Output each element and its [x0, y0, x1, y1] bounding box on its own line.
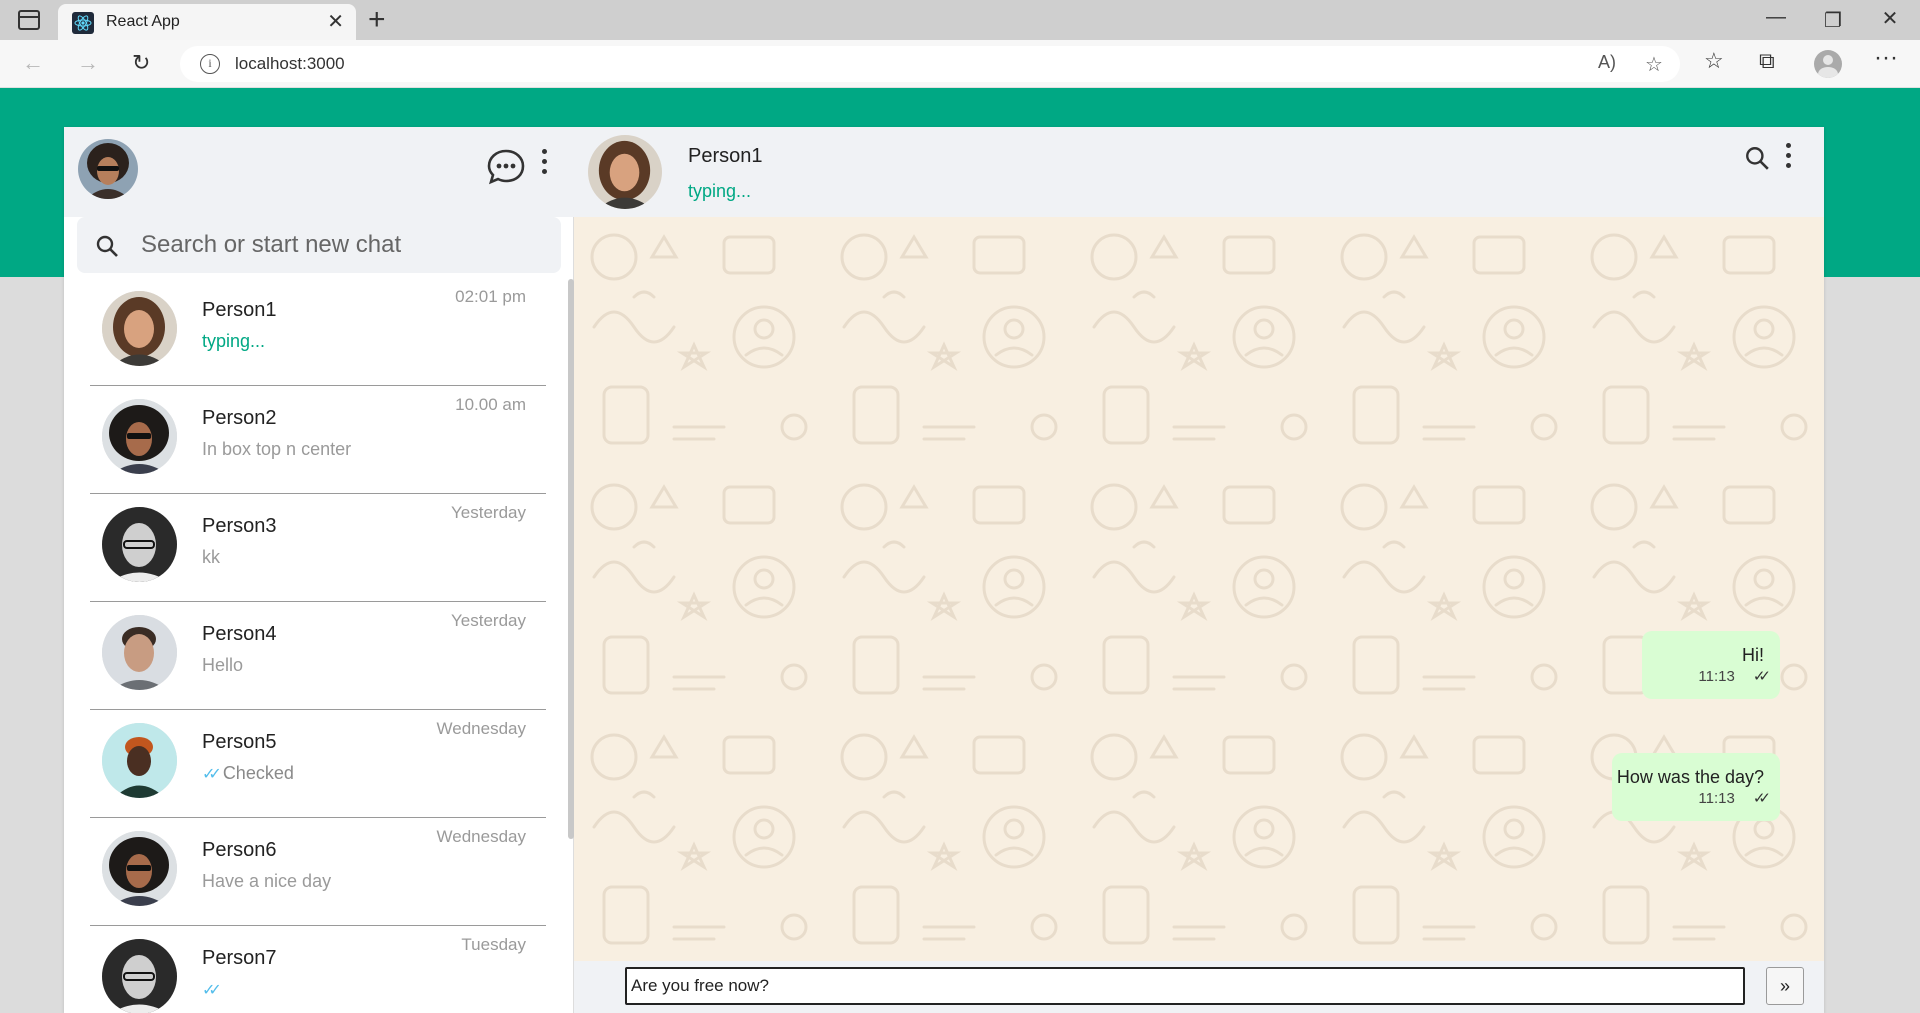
avatar — [102, 723, 177, 798]
site-info-icon[interactable]: i — [200, 54, 220, 74]
chat-time: 10.00 am — [455, 395, 526, 414]
avatar — [102, 399, 177, 474]
message-input[interactable] — [625, 967, 1745, 1005]
avatar — [102, 939, 177, 1013]
contact-avatar[interactable] — [588, 135, 662, 209]
react-logo-icon — [72, 12, 94, 34]
message-bubble[interactable]: How was the day? 11:13 ✓✓ — [1612, 753, 1780, 821]
chat-time: Yesterday — [451, 503, 526, 522]
contact-status: typing... — [688, 181, 752, 201]
search-input[interactable] — [141, 229, 541, 261]
back-arrow-icon[interactable]: ← — [22, 50, 44, 76]
browser-tab-bar: React App ✕ + — ❐ ✕ — [0, 0, 1920, 40]
conversation-pane: Person1 typing... Hi! 11:13 ✓✓ How was t… — [574, 127, 1824, 1013]
chat-preview-text: Checked — [222, 763, 294, 783]
minimize-icon[interactable]: — — [1756, 6, 1796, 29]
list-item[interactable]: Person4 Hello Yesterday — [90, 603, 546, 710]
chat-preview: typing... — [202, 331, 266, 351]
refresh-icon[interactable]: ↻ — [132, 50, 150, 76]
chat-time: Wednesday — [436, 827, 526, 846]
address-bar-row: ← → ↻ i localhost:3000 A) ☆ ☆ ⧉ ··· — [0, 40, 1920, 88]
read-aloud-icon[interactable]: A) — [1598, 52, 1616, 73]
search-icon — [95, 234, 119, 263]
chat-name: Person4 — [202, 623, 277, 645]
chat-preview: kk — [202, 547, 220, 567]
sidebar-header — [64, 127, 574, 217]
avatar — [102, 507, 177, 582]
chat-time: Wednesday — [436, 719, 526, 738]
chat-wallpaper: Hi! 11:13 ✓✓ How was the day? 11:13 ✓✓ — [574, 217, 1824, 961]
list-item[interactable]: Person1 typing... 02:01 pm — [90, 279, 546, 386]
chat-list: Person1 typing... 02:01 pm Person2 In bo… — [64, 279, 574, 1013]
chat-preview: In box top n center — [202, 439, 352, 459]
chat-name: Person7 — [202, 947, 277, 969]
sidebar-menu-icon[interactable] — [542, 149, 548, 179]
list-item[interactable]: Person3 kk Yesterday — [90, 495, 546, 602]
chat-name: Person5 — [202, 731, 277, 753]
tab-title: React App — [106, 13, 180, 30]
close-window-icon[interactable]: ✕ — [1870, 6, 1910, 31]
search-icon[interactable] — [1744, 145, 1770, 176]
message-text: How was the day? — [1616, 767, 1764, 787]
conversation-header: Person1 typing... — [574, 127, 1824, 217]
send-button[interactable]: » — [1766, 967, 1804, 1005]
forward-arrow-icon[interactable]: → — [77, 50, 99, 76]
chat-preview: Hello — [202, 655, 244, 675]
new-chat-icon[interactable] — [486, 147, 526, 192]
list-item[interactable]: Person5 ✓✓ Checked Wednesday — [90, 711, 546, 818]
chat-name: Person1 — [202, 299, 277, 321]
chat-preview: Have a nice day — [202, 871, 332, 891]
message-time: 11:13 — [1698, 668, 1735, 685]
double-check-icon: ✓✓ — [1752, 790, 1771, 807]
avatar — [102, 291, 177, 366]
sidebar: Person1 typing... 02:01 pm Person2 In bo… — [64, 127, 574, 1013]
chat-preview: ✓✓ — [202, 979, 223, 1000]
list-item[interactable]: Person7 ✓✓ Tuesday — [90, 927, 546, 1013]
chat-name: Person6 — [202, 839, 277, 861]
chat-name: Person2 — [202, 407, 277, 429]
chat-time: Tuesday — [461, 935, 526, 954]
message-time: 11:13 — [1698, 790, 1735, 807]
message-text: Hi! — [1742, 645, 1764, 665]
browser-tab[interactable]: React App ✕ — [58, 4, 356, 40]
avatar — [102, 831, 177, 906]
read-receipt-icon: ✓✓ — [202, 982, 222, 999]
tab-actions-icon[interactable] — [18, 10, 40, 30]
close-tab-icon[interactable]: ✕ — [327, 9, 344, 34]
message-bubble[interactable]: Hi! 11:13 ✓✓ — [1642, 631, 1780, 699]
doodle-pattern — [574, 217, 1824, 961]
collections-icon[interactable]: ⧉ — [1759, 48, 1775, 74]
message-meta: 11:13 ✓✓ — [1698, 667, 1771, 685]
favorites-icon[interactable]: ☆ — [1704, 48, 1724, 74]
search-bar — [77, 217, 561, 273]
avatar — [102, 615, 177, 690]
list-item[interactable]: Person2 In box top n center 10.00 am — [90, 387, 546, 494]
chat-preview: ✓✓ Checked — [202, 763, 294, 784]
my-avatar[interactable] — [78, 139, 138, 199]
list-item[interactable]: Person6 Have a nice day Wednesday — [90, 819, 546, 926]
message-composer: » — [574, 961, 1824, 1013]
chat-app: Person1 typing... 02:01 pm Person2 In bo… — [64, 127, 1824, 1013]
url-field[interactable]: i localhost:3000 A) ☆ — [180, 46, 1680, 82]
new-tab-icon[interactable]: + — [368, 3, 386, 37]
profile-icon[interactable] — [1814, 50, 1842, 78]
url-text: localhost:3000 — [235, 54, 345, 73]
message-meta: 11:13 ✓✓ — [1698, 789, 1771, 807]
restore-icon[interactable]: ❐ — [1813, 8, 1853, 33]
chat-time: 02:01 pm — [455, 287, 526, 306]
chat-name: Person3 — [202, 515, 277, 537]
chat-time: Yesterday — [451, 611, 526, 630]
page-background: Person1 typing... 02:01 pm Person2 In bo… — [0, 88, 1920, 1013]
conversation-menu-icon[interactable] — [1786, 143, 1792, 173]
double-check-icon: ✓✓ — [1752, 668, 1771, 685]
add-favorite-icon[interactable]: ☆ — [1645, 52, 1663, 77]
read-receipt-icon: ✓✓ — [202, 766, 222, 783]
contact-name[interactable]: Person1 — [688, 145, 763, 168]
more-icon[interactable]: ··· — [1874, 44, 1898, 72]
